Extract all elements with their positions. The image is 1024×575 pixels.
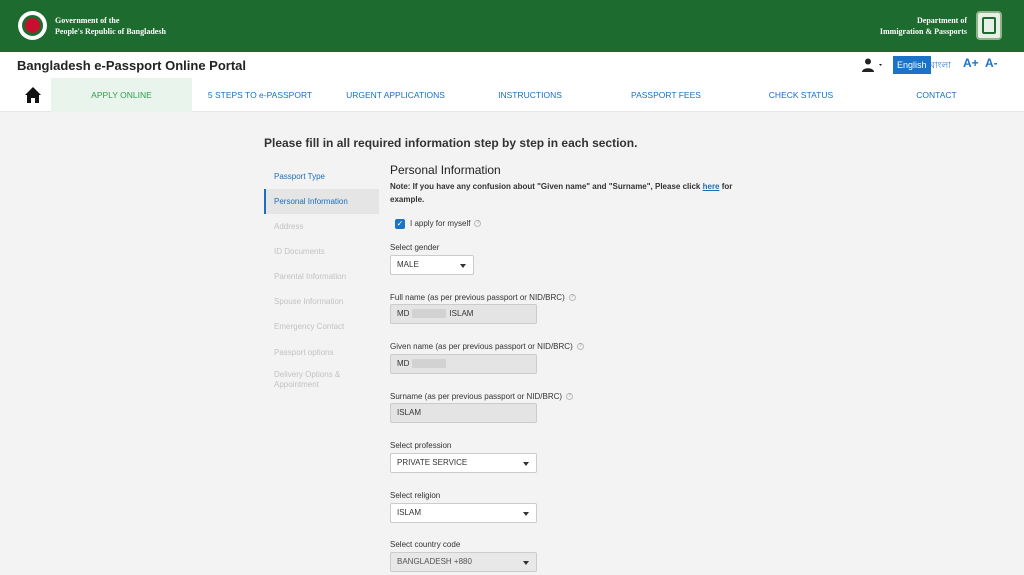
home-icon[interactable] (24, 86, 42, 104)
step-emergency-contact: Emergency Contact (274, 322, 345, 331)
bangladesh-government-seal-icon (18, 11, 47, 40)
country-code-label: Select country code (390, 540, 461, 549)
nav-urgent-applications[interactable]: URGENT APPLICATIONS (333, 78, 458, 112)
step-passport-type[interactable]: Passport Type (264, 172, 379, 182)
nav-5-steps[interactable]: 5 STEPS TO e-PASSPORT (196, 78, 324, 112)
step-passport-options: Passport options (274, 348, 334, 357)
given-name-label: Given name (as per previous passport or … (390, 342, 584, 352)
apply-for-myself-label: I apply for myself? (410, 219, 482, 229)
apply-for-myself-checkbox[interactable]: ✓ (395, 219, 405, 229)
fullname-label-text: Full name (as per previous passport or N… (390, 293, 565, 302)
department-line-1: Department of (917, 16, 967, 25)
surname-label-text: Surname (as per previous passport or NID… (390, 392, 563, 401)
department-name: Department of Immigration & Passports (880, 15, 967, 37)
user-account-icon[interactable] (862, 58, 884, 72)
main-nav: APPLY ONLINE 5 STEPS TO e-PASSPORT URGEN… (0, 78, 1024, 112)
name-note: Note: If you have any confusion about "G… (390, 180, 735, 206)
profession-select[interactable]: PRIVATE SERVICE (390, 453, 537, 473)
language-english-button[interactable]: English (893, 56, 931, 74)
note-text: Note: If you have any confusion about "G… (390, 182, 701, 191)
dip-logo-icon (976, 11, 1002, 40)
portal-title: Bangladesh e-Passport Online Portal (17, 58, 246, 73)
help-icon[interactable]: ? (576, 343, 584, 351)
step-address: Address (274, 222, 304, 231)
fullname-input[interactable]: MD ISLAM (390, 304, 537, 324)
help-icon[interactable]: ? (568, 294, 576, 302)
fullname-label: Full name (as per previous passport or N… (390, 293, 576, 303)
department-line-2: Immigration & Passports (879, 27, 967, 36)
dropdown-arrow-icon (523, 462, 529, 466)
surname-value: ISLAM (397, 408, 422, 417)
profession-label: Select profession (390, 441, 452, 450)
nav-apply-online[interactable]: APPLY ONLINE (51, 78, 192, 112)
religion-value: ISLAM (397, 508, 422, 517)
profession-value: PRIVATE SERVICE (397, 458, 468, 467)
surname-input[interactable]: ISLAM (390, 403, 537, 423)
step-delivery-options: Delivery Options & Appointment (274, 370, 341, 389)
government-header: Government of the People's Republic of B… (0, 0, 1024, 52)
help-icon[interactable]: ? (566, 393, 574, 401)
government-line-2: People's Republic of Bangladesh (55, 27, 166, 36)
nav-contact[interactable]: CONTACT (890, 78, 983, 112)
religion-label: Select religion (390, 491, 441, 500)
given-name-value: MD (397, 359, 410, 368)
font-increase-button[interactable]: A+ (963, 56, 979, 70)
redacted-text (412, 359, 447, 369)
portal-bar: Bangladesh e-Passport Online Portal Engl… (0, 52, 1024, 78)
step-parental-information: Parental Information (274, 272, 347, 281)
country-code-value: BANGLADESH +880 (397, 557, 472, 566)
fullname-last: ISLAM (449, 309, 474, 318)
section-title: Personal Information (390, 163, 501, 177)
dropdown-arrow-icon (523, 512, 529, 516)
redacted-text (412, 309, 447, 319)
gender-label: Select gender (390, 243, 440, 252)
country-code-select[interactable]: BANGLADESH +880 (390, 552, 537, 572)
nav-check-status[interactable]: CHECK STATUS (745, 78, 857, 112)
apply-for-myself-text: I apply for myself (410, 219, 471, 228)
surname-label: Surname (as per previous passport or NID… (390, 392, 574, 402)
given-name-input[interactable]: MD (390, 354, 537, 374)
step-spouse-information: Spouse Information (274, 297, 344, 306)
form-instruction: Please fill in all required information … (264, 136, 638, 150)
nav-passport-fees[interactable]: PASSPORT FEES (610, 78, 722, 112)
religion-select[interactable]: ISLAM (390, 503, 537, 523)
government-name: Government of the People's Republic of B… (55, 15, 166, 37)
fullname-first: MD (397, 309, 410, 318)
step-id-documents: ID Documents (274, 247, 325, 256)
step-personal-information[interactable]: Personal Information (264, 189, 379, 214)
government-line-1: Government of the (55, 16, 120, 25)
note-here-link[interactable]: here (703, 182, 720, 191)
dropdown-arrow-icon (523, 561, 529, 565)
gender-value: MALE (397, 260, 419, 269)
gender-select[interactable]: MALE (390, 255, 474, 275)
dropdown-arrow-icon (460, 264, 466, 268)
language-bangla-button[interactable]: বাংলা (930, 57, 951, 73)
nav-instructions[interactable]: INSTRUCTIONS (475, 78, 585, 112)
help-icon[interactable]: ? (474, 220, 482, 228)
given-name-label-text: Given name (as per previous passport or … (390, 342, 573, 351)
application-form-area: Please fill in all required information … (0, 112, 1024, 575)
font-decrease-button[interactable]: A- (985, 56, 998, 70)
